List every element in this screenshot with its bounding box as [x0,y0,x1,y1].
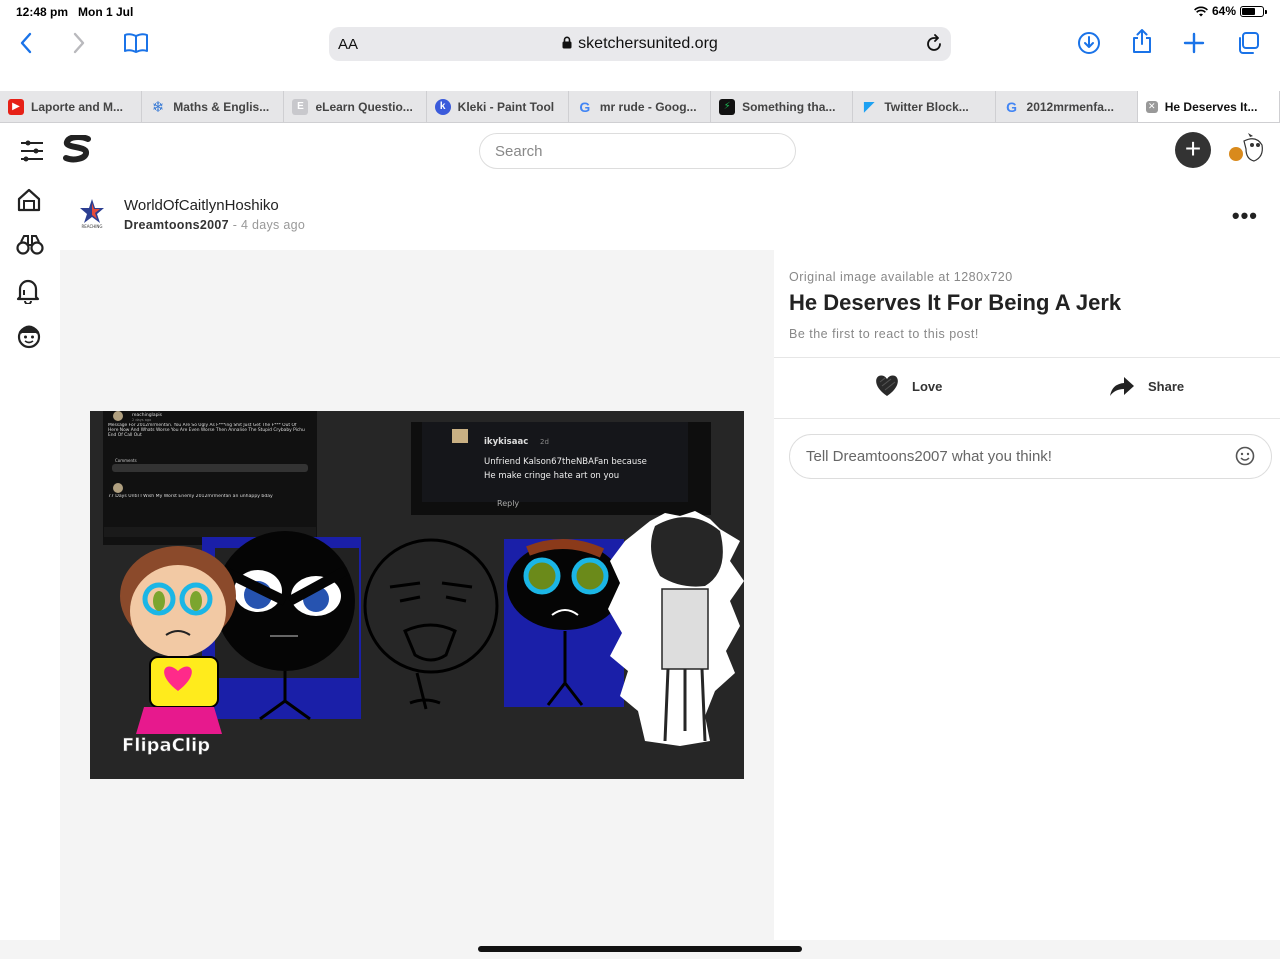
tab-label: He Deserves It... [1164,99,1258,114]
url-bar[interactable]: AA sketchersunited.org [329,27,951,61]
reaction-summary: Be the first to react to this post! [789,327,979,341]
tab-2012mrmenfan[interactable]: G 2012mrmenfa... [996,91,1138,122]
url-text: sketchersunited.org [578,35,718,52]
art-watermark: FlipaClip [122,735,210,756]
profile-icon[interactable] [16,323,46,353]
svg-text:REACHING: REACHING [81,224,102,229]
divider [774,357,1280,358]
tab-label: Maths & Englis... [173,99,270,114]
google-icon: G [1006,98,1017,115]
status-time: 12:48 pm [16,5,69,19]
post-title[interactable]: WorldOfCaitlynHoshiko [124,197,279,214]
heart-icon [876,375,898,396]
love-label: Love [912,378,943,394]
tab-he-deserves[interactable]: ✕ He Deserves It... [1137,91,1280,122]
post-artwork[interactable]: reachinglapis 2 days ago Message For 201… [90,411,744,779]
post-author[interactable]: Dreamtoons2007 [124,218,229,232]
post-header: REACHING WorldOfCaitlynHoshiko Dreamtoon… [60,180,1280,250]
art-comment2-text: 77 Days Until I Wish My Worst Enemy 2012… [108,494,273,499]
bird-icon: ◤ [863,98,875,114]
close-tab-icon[interactable]: ✕ [1145,100,1158,113]
tab-label: eLearn Questio... [315,99,413,114]
more-options-icon[interactable]: ••• [1232,203,1258,229]
google-icon: G [579,98,591,115]
comment-placeholder: Tell Dreamtoons2007 what you think! [806,448,1052,465]
art-comment1-text: Message For 2012mrmenfan. You Are So Ugl… [108,423,305,438]
home-icon[interactable] [16,187,46,217]
art-reply-user: ikykisaac [484,437,528,447]
artwork-canvas: reachinglapis 2 days ago Message For 201… [90,411,744,779]
emoji-icon[interactable] [1235,446,1255,471]
tab-label: 2012mrmenfa... [1026,99,1114,114]
bolt-icon: ⚡ [719,98,736,115]
tab-maths[interactable]: ❄ Maths & Englis... [142,91,285,122]
status-date: Mon 1 Jul [78,5,134,19]
tab-mr-rude[interactable]: G mr rude - Goog... [569,91,712,122]
sketchers-logo-icon[interactable] [63,134,91,168]
love-button[interactable]: Love [874,374,942,398]
home-indicator[interactable] [478,946,802,952]
divider [774,418,1280,419]
post-time: 4 days ago [240,218,306,232]
new-tab-icon[interactable] [1179,28,1209,58]
binoculars-icon[interactable] [16,233,46,263]
search-input[interactable]: Search [479,133,796,169]
kleki-icon: k [434,98,451,115]
tab-something[interactable]: ⚡ Something tha... [711,91,854,122]
art-reply-label: Reply [497,499,519,508]
battery-percent: 64% [1211,4,1236,18]
add-post-button[interactable]: + [1175,132,1211,168]
tab-elearn[interactable]: E eLearn Questio... [284,91,427,122]
tab-label: Laporte and M... [31,99,124,114]
art-comments-label: Comments [115,458,137,463]
download-icon[interactable] [1074,28,1104,58]
bookmarks-icon[interactable] [121,28,151,58]
tab-overview-icon[interactable] [1233,28,1263,58]
tab-twitter-block[interactable]: ◤ Twitter Block... [853,91,996,122]
battery-icon [1240,5,1267,17]
tab-label: Something tha... [742,99,836,114]
bell-icon[interactable] [16,278,46,308]
art-reply-time: 2d [540,438,549,446]
wifi-icon [1194,6,1208,16]
snowflake-icon: ❄ [151,98,165,116]
tab-label: Twitter Block... [884,99,969,114]
meta-separator: - [228,218,241,232]
tab-laporte[interactable]: ▶ Laporte and M... [0,91,143,122]
reaching-logo-icon[interactable]: REACHING [76,197,108,233]
tab-strip: ▶ Laporte and M... ❄ Maths & Englis... E… [0,91,1280,123]
lock-icon [562,36,572,49]
art-reply-line2: He make cringe hate art on you [484,471,619,481]
tab-label: Kleki - Paint Tool [457,99,555,114]
elearn-icon: E [292,98,309,115]
share-label: Share [1148,378,1185,394]
share-button[interactable]: Share [1108,374,1184,398]
search-placeholder: Search [495,143,543,160]
avatar[interactable] [1226,133,1266,172]
tab-label: mr rude - Goog... [599,99,697,114]
youtube-icon: ▶ [8,98,24,115]
share-sheet-icon[interactable] [1127,26,1157,56]
forward-icon[interactable] [64,28,94,58]
share-arrow-icon [1110,377,1134,396]
tab-kleki[interactable]: k Kleki - Paint Tool [427,91,569,122]
post-details-panel: Original image available at 1280x720 He … [774,250,1280,940]
comment-input[interactable]: Tell Dreamtoons2007 what you think! [789,434,1272,479]
filters-icon[interactable] [19,140,45,167]
status-bar: 12:48 pm Mon 1 Jul 64% [0,0,1280,22]
original-size-note: Original image available at 1280x720 [789,270,1013,284]
post-meta: Dreamtoons2007 - 4 days ago [124,218,305,232]
art-reply-line1: Unfriend Kalson67theNBAFan because [484,457,647,467]
back-icon[interactable] [11,28,41,58]
art-comment1-time: 2 days ago [132,418,151,422]
site-header: Search + [0,123,1280,180]
reload-icon[interactable] [925,34,943,58]
artwork-title: He Deserves It For Being A Jerk [789,290,1122,315]
browser-toolbar: AA sketchersunited.org [0,22,1280,90]
